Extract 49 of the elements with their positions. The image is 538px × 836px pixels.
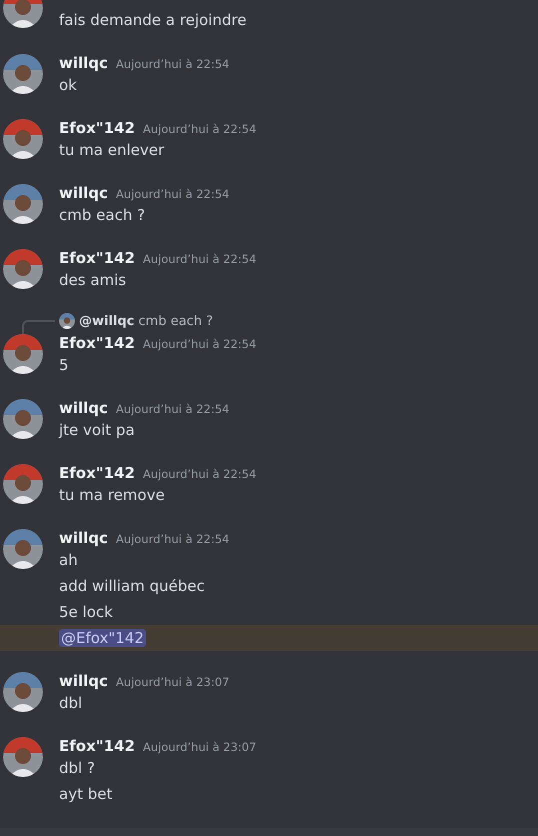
reply-avatar[interactable] — [59, 313, 75, 329]
username[interactable]: Efox"142 — [59, 247, 135, 269]
avatar[interactable] — [3, 737, 43, 777]
timestamp: Aujourd’hui à 22:54 — [142, 121, 256, 138]
message-text: add william québec — [59, 576, 205, 597]
username[interactable]: Efox"142 — [59, 462, 135, 484]
message-text: ayt bet — [59, 784, 112, 805]
username[interactable]: willqc — [59, 670, 108, 692]
avatar[interactable] — [3, 529, 43, 569]
message-text: ah — [59, 550, 79, 571]
message-text: dbl — [59, 693, 84, 714]
avatar[interactable] — [3, 0, 43, 28]
avatar[interactable] — [3, 672, 43, 712]
username[interactable]: Efox"142 — [59, 735, 135, 757]
timestamp: Aujourd’hui à 22:54 — [142, 466, 256, 483]
username[interactable]: willqc — [59, 397, 108, 419]
timestamp: Aujourd’hui à 22:54 — [116, 186, 230, 203]
avatar[interactable] — [3, 119, 43, 159]
avatar[interactable] — [3, 249, 43, 289]
message-text: 5 — [59, 355, 70, 376]
timestamp: Aujourd’hui à 22:54 — [116, 56, 230, 73]
avatar[interactable] — [3, 464, 43, 504]
avatar[interactable] — [3, 184, 43, 224]
message-text: ok — [59, 75, 78, 96]
message-text: 5e lock — [59, 602, 113, 623]
avatar[interactable] — [3, 334, 43, 374]
reply-mention[interactable]: @willqc — [79, 314, 134, 328]
timestamp: Aujourd’hui à 23:07 — [116, 674, 230, 691]
message-text: des amis — [59, 270, 128, 291]
timestamp: Aujourd’hui à 22:54 — [116, 531, 230, 548]
reply-preview[interactable]: cmb each ? — [138, 314, 213, 328]
avatar[interactable] — [3, 54, 43, 94]
message-text: jte voit pa — [59, 420, 136, 441]
message-text: cmb each ? — [59, 205, 146, 226]
timestamp: Aujourd’hui à 22:54 — [142, 251, 256, 268]
avatar[interactable] — [3, 399, 43, 439]
timestamp: Aujourd’hui à 22:54 — [116, 401, 230, 418]
username[interactable]: willqc — [59, 52, 108, 74]
message-text: tu ma enlever — [59, 140, 166, 161]
username[interactable]: Efox"142 — [59, 332, 135, 354]
username[interactable]: willqc — [59, 527, 108, 549]
user-mention[interactable]: @Efox"142 — [59, 629, 146, 647]
username[interactable]: willqc — [59, 182, 108, 204]
message-text: fais demande a rejoindre — [59, 10, 246, 31]
message-text: dbl ? — [59, 758, 96, 779]
timestamp: Aujourd’hui à 23:07 — [142, 739, 256, 756]
timestamp: Aujourd’hui à 22:54 — [142, 336, 256, 353]
message-text: tu ma remove — [59, 485, 166, 506]
username[interactable]: Efox"142 — [59, 117, 135, 139]
